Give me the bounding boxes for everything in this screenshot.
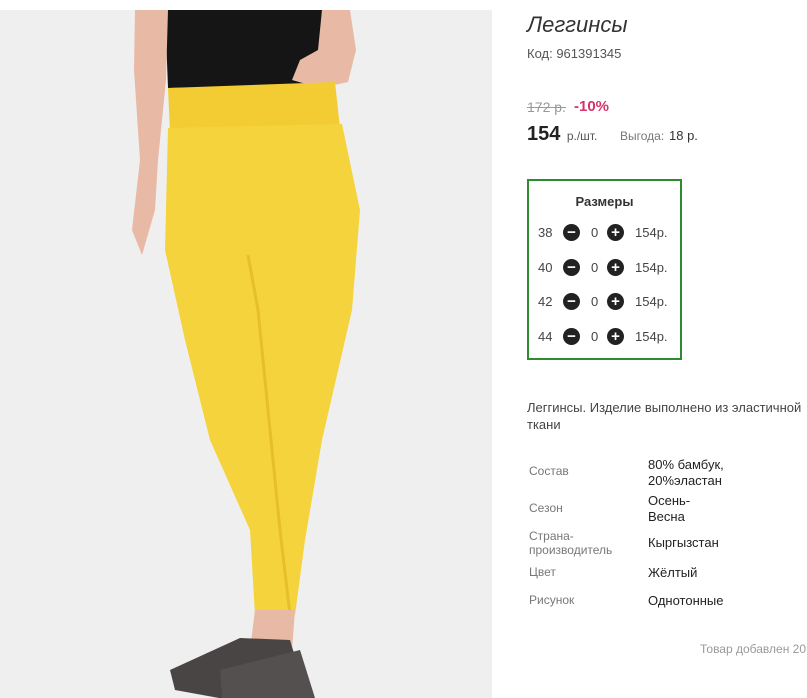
size-row-38: 38 − 0 + 154р.	[529, 223, 680, 243]
discount-badge: -10%	[574, 98, 610, 115]
size-price: 154р.	[635, 329, 668, 344]
decrease-quantity-button[interactable]: −	[563, 328, 580, 345]
increase-quantity-button[interactable]: +	[607, 328, 624, 345]
plus-icon: +	[611, 224, 620, 241]
size-price: 154р.	[635, 225, 668, 240]
increase-quantity-button[interactable]: +	[607, 293, 624, 310]
added-date: Товар добавлен 20	[700, 642, 807, 656]
size-price: 154р.	[635, 260, 668, 275]
plus-icon: +	[611, 259, 620, 276]
savings-label: Выгода:	[620, 129, 665, 143]
size-label: 42	[538, 294, 553, 309]
minus-icon: −	[567, 293, 576, 310]
attribute-value: Жёлтый	[648, 565, 698, 580]
attribute-label: Сезон	[529, 501, 563, 515]
product-code: Код: 961391345	[527, 46, 622, 61]
attribute-label: Рисунок	[529, 593, 575, 607]
size-label: 38	[538, 225, 553, 240]
size-price: 154р.	[635, 294, 668, 309]
sizes-title: Размеры	[575, 194, 634, 209]
attribute-value: Кыргызстан	[648, 535, 719, 550]
decrease-quantity-button[interactable]: −	[563, 224, 580, 241]
minus-icon: −	[567, 328, 576, 345]
minus-icon: −	[567, 224, 576, 241]
price-unit: р./шт.	[566, 129, 598, 143]
product-description: Леггинсы. Изделие выполнено из эластично…	[527, 400, 802, 432]
attribute-value: Осень-Весна	[648, 493, 691, 524]
attribute-value: 80% бамбук, 20%эластан	[648, 457, 724, 488]
decrease-quantity-button[interactable]: −	[563, 293, 580, 310]
quantity-value: 0	[591, 225, 599, 240]
size-row-40: 40 − 0 + 154р.	[529, 258, 680, 278]
attribute-label: Страна-производитель	[529, 529, 613, 557]
quantity-value: 0	[591, 260, 599, 275]
product-image[interactable]	[0, 10, 492, 698]
size-label: 44	[538, 329, 553, 344]
quantity-value: 0	[591, 294, 599, 309]
quantity-value: 0	[591, 329, 599, 344]
attribute-value: Однотонные	[648, 593, 724, 608]
decrease-quantity-button[interactable]: −	[563, 259, 580, 276]
plus-icon: +	[611, 293, 620, 310]
old-price: 172 р.	[527, 99, 566, 115]
size-label: 40	[538, 260, 553, 275]
attribute-label: Состав	[529, 464, 569, 478]
increase-quantity-button[interactable]: +	[607, 224, 624, 241]
minus-icon: −	[567, 259, 576, 276]
sizes-panel: Размеры 38 − 0 + 154р. 40 − 0 + 154р. 42…	[527, 179, 682, 360]
increase-quantity-button[interactable]: +	[607, 259, 624, 276]
size-row-42: 42 − 0 + 154р.	[529, 292, 680, 312]
savings-value: 18 р.	[669, 128, 698, 143]
attribute-label: Цвет	[529, 565, 556, 579]
size-row-44: 44 − 0 + 154р.	[529, 327, 680, 347]
plus-icon: +	[611, 328, 620, 345]
price-row: 154 р./шт.	[527, 123, 597, 146]
current-price: 154	[527, 123, 561, 145]
product-title: Леггинсы	[527, 12, 628, 37]
